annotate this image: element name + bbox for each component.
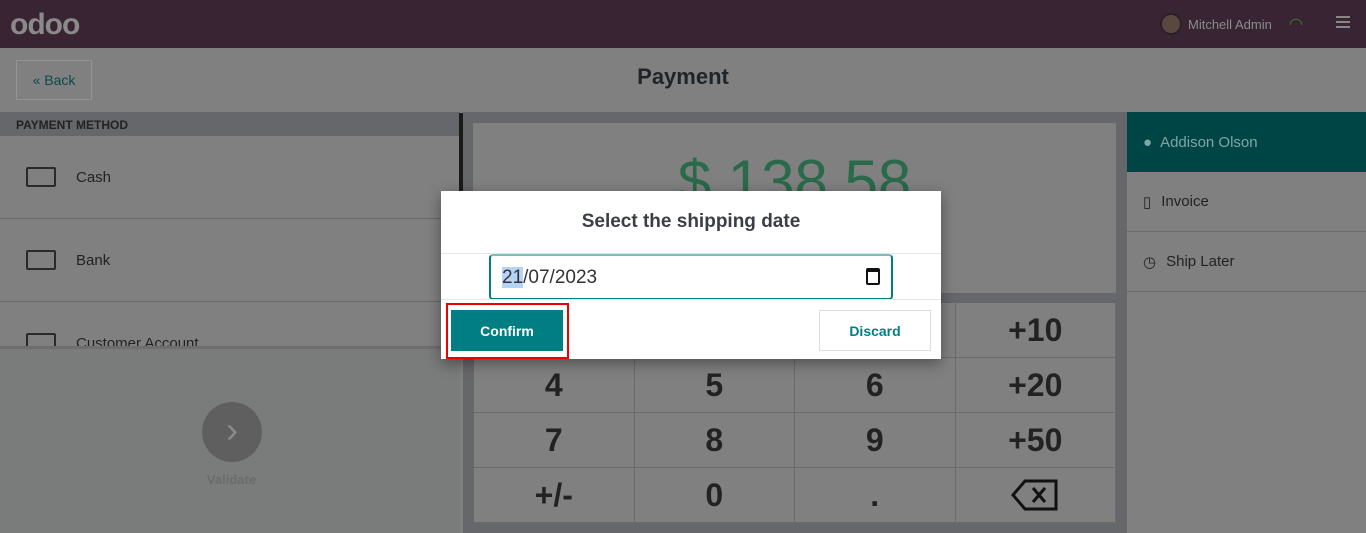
clock-icon: ◷ [1143, 253, 1157, 271]
confirm-button[interactable]: Confirm [451, 310, 563, 351]
dialog-footer-divider [441, 299, 941, 300]
payment-method-label: Bank [76, 251, 111, 269]
payment-options-panel: ● Addison Olson ▯ Invoice ◷ Ship Later [1127, 112, 1366, 533]
file-icon: ▯ [1143, 193, 1152, 211]
user-menu[interactable]: Mitchell Admin [1160, 13, 1272, 35]
money-icon [26, 167, 56, 187]
numpad-key[interactable]: 7 [474, 413, 635, 468]
ship-later-button[interactable]: ◷ Ship Later [1127, 232, 1366, 292]
payment-method-bank[interactable]: Bank [0, 219, 460, 302]
validate-button[interactable]: › [202, 402, 262, 462]
customer-button[interactable]: ● Addison Olson [1127, 112, 1366, 172]
numpad-key[interactable]: +10 [955, 303, 1116, 358]
numpad-key[interactable]: +20 [955, 358, 1116, 413]
payment-method-heading: PAYMENT METHOD [0, 112, 460, 136]
customer-name: Addison Olson [1160, 133, 1258, 151]
hamburger-menu-icon[interactable] [1336, 16, 1350, 28]
wifi-icon[interactable]: ◠ [1289, 14, 1303, 34]
date-rest: /07/2023 [523, 267, 598, 288]
backspace-icon[interactable] [955, 468, 1116, 523]
numpad-key[interactable]: 8 [634, 413, 795, 468]
payment-method-label: Cash [76, 168, 112, 186]
numpad-key[interactable]: 5 [634, 358, 795, 413]
user-name: Mitchell Admin [1188, 16, 1272, 32]
numpad-key[interactable]: 6 [795, 358, 956, 413]
numpad-key[interactable]: 4 [474, 358, 635, 413]
discard-button[interactable]: Discard [819, 310, 931, 351]
numpad-key[interactable]: 9 [795, 413, 956, 468]
payment-method-cash[interactable]: Cash [0, 136, 460, 219]
calendar-icon[interactable] [866, 268, 880, 285]
page-title: Payment [637, 64, 729, 89]
shipping-date-input[interactable]: 21/07/2023 [489, 254, 893, 300]
numpad-key[interactable]: +/- [474, 468, 635, 523]
shipping-date-dialog: Select the shipping date 21/07/2023 Conf… [441, 191, 941, 359]
bank-card-icon [26, 250, 56, 270]
avatar [1160, 13, 1182, 35]
dialog-title: Select the shipping date [441, 191, 941, 254]
invoice-button[interactable]: ▯ Invoice [1127, 172, 1366, 232]
control-bar: « Back Payment [0, 48, 1366, 112]
numpad-key[interactable]: . [795, 468, 956, 523]
top-navbar: odoo Mitchell Admin ◠ [0, 0, 1366, 48]
chevron-right-icon: › [226, 409, 238, 450]
numpad-key[interactable]: 0 [634, 468, 795, 523]
validate-area: › Validate [0, 346, 460, 533]
user-icon: ● [1143, 133, 1153, 151]
date-day-segment[interactable]: 21 [502, 267, 524, 288]
numpad-key[interactable]: +50 [955, 413, 1116, 468]
ship-later-label: Ship Later [1166, 253, 1235, 270]
invoice-label: Invoice [1161, 193, 1209, 210]
validate-label: Validate [206, 472, 257, 487]
odoo-logo[interactable]: odoo [10, 8, 80, 42]
